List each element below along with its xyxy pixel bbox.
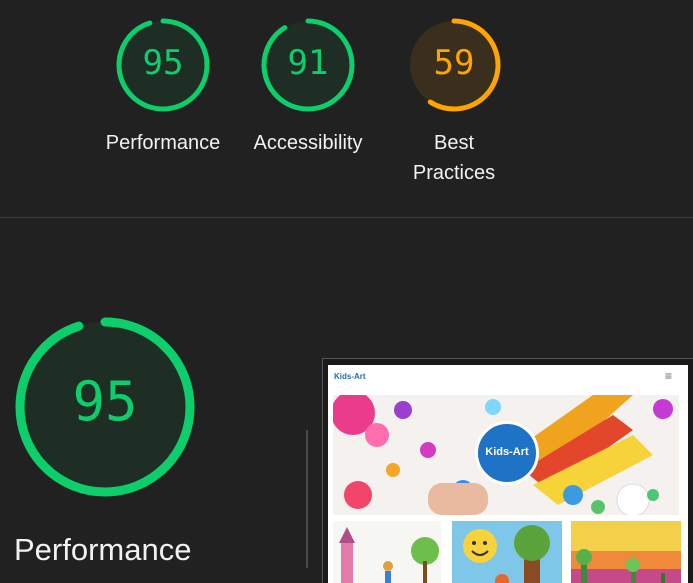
section-divider <box>0 217 693 218</box>
site-logo: Kids-Art <box>334 372 366 381</box>
hamburger-icon: ≡ <box>664 369 672 383</box>
hero-image: Kids-Art <box>333 395 679 515</box>
site-header: Kids-Art ≡ <box>328 365 688 389</box>
gallery-tile-1 <box>333 521 441 583</box>
gauge-score: 91 <box>287 43 329 83</box>
gauge-best-practices[interactable]: 59 Best Practices <box>406 17 502 197</box>
gallery-tile-2 <box>452 521 562 583</box>
kids-painting-sunset <box>571 521 681 583</box>
lighthouse-report: 95 Performance 91 Accessibility 59 Best … <box>0 0 693 583</box>
gauge-accessibility[interactable]: 91 Accessibility <box>254 17 362 197</box>
gauge-score: 59 <box>433 43 475 83</box>
gauge-label: Best Practices <box>412 132 496 184</box>
hero-badge-text: Kids-Art <box>485 446 529 458</box>
kids-drawing-sun-tree <box>452 521 562 583</box>
vertical-divider <box>306 430 308 568</box>
gauge-performance[interactable]: 95 Performance <box>106 17 220 197</box>
large-gauge-score: 95 <box>72 370 138 433</box>
final-screenshot[interactable]: Kids-Art ≡ Kids-Art <box>328 365 688 583</box>
kids-drawing-houses <box>333 521 441 583</box>
hero-logo-badge: Kids-Art <box>475 421 539 485</box>
gallery-tile-3 <box>571 521 681 583</box>
performance-large-gauge: 95 <box>14 316 196 498</box>
gauge-score: 95 <box>142 43 184 83</box>
section-title: Performance <box>14 532 192 567</box>
